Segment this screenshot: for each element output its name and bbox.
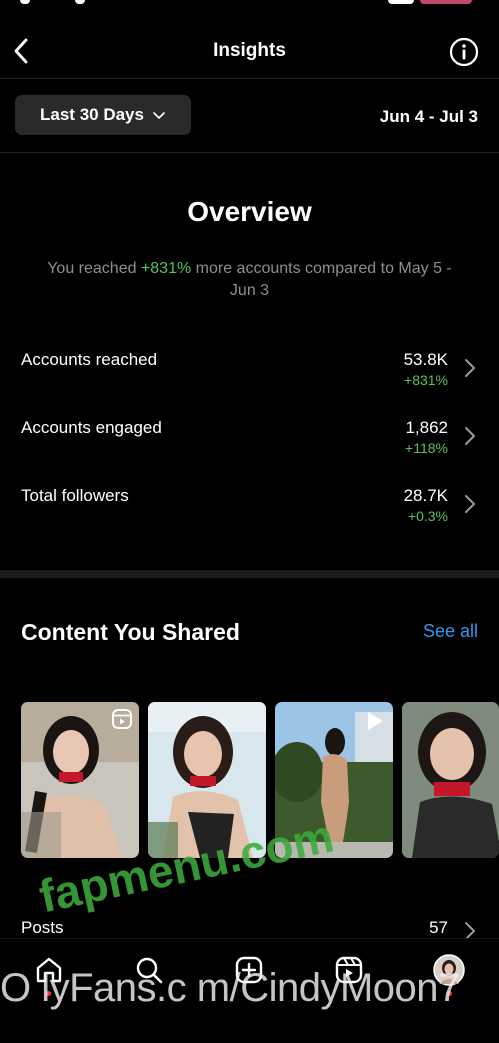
- overview-subtitle-start: You reached: [47, 260, 141, 277]
- metric-accounts-engaged[interactable]: Accounts engaged 1,862 +118%: [0, 418, 499, 478]
- status-bar: [0, 0, 499, 6]
- content-thumbnail[interactable]: [21, 702, 139, 858]
- metric-change: +831%: [404, 372, 448, 388]
- status-fragment: [388, 0, 414, 4]
- content-thumbnail[interactable]: [402, 702, 499, 858]
- date-range-text: Jun 4 - Jul 3: [379, 107, 478, 126]
- metric-label: Accounts engaged: [21, 418, 162, 437]
- date-range-dropdown[interactable]: Last 30 Days: [15, 95, 191, 135]
- metric-label: Total followers: [21, 486, 129, 505]
- overview-subtitle-end: more accounts compared to May 5 - Jun 3: [191, 260, 452, 299]
- header: Insights: [0, 28, 499, 79]
- see-all-link[interactable]: See all: [423, 621, 478, 642]
- posts-count: 57: [429, 918, 448, 937]
- chevron-down-icon: [153, 112, 165, 119]
- metric-value: 53.8K: [403, 350, 448, 369]
- overview-subtitle: You reached +831% more accounts compared…: [40, 258, 459, 302]
- play-icon: [368, 712, 383, 730]
- metric-label: Accounts reached: [21, 350, 158, 369]
- metric-change: +0.3%: [407, 508, 448, 524]
- status-fragment: [20, 0, 30, 4]
- watermark-text: O lyFans.c m/CindyMoon7: [0, 966, 460, 1010]
- battery-icon: [420, 0, 472, 4]
- info-button[interactable]: [449, 37, 479, 67]
- overview-change: +831%: [140, 260, 192, 277]
- page-title: Insights: [213, 40, 286, 61]
- chevron-right-icon: [465, 359, 475, 377]
- chevron-right-icon: [465, 495, 475, 513]
- post-thumbnail-image: [402, 702, 499, 858]
- metric-value: 1,862: [405, 418, 448, 437]
- status-fragment: [75, 0, 85, 4]
- metric-total-followers[interactable]: Total followers 28.7K +0.3%: [0, 486, 499, 546]
- metric-change: +118%: [405, 440, 448, 456]
- info-circle-icon: [449, 37, 479, 67]
- date-range-dropdown-label: Last 30 Days: [40, 105, 144, 124]
- overview-title: Overview: [187, 196, 312, 227]
- content-section-title: Content You Shared: [21, 619, 240, 645]
- metric-accounts-reached[interactable]: Accounts reached 53.8K +831%: [0, 350, 499, 410]
- posts-label: Posts: [21, 918, 64, 937]
- date-range-row: Last 30 Days Jun 4 - Jul 3: [0, 80, 499, 153]
- chevron-right-icon: [465, 427, 475, 445]
- metric-value: 28.7K: [403, 486, 448, 505]
- reels-icon: [112, 709, 132, 729]
- section-divider: [0, 570, 499, 578]
